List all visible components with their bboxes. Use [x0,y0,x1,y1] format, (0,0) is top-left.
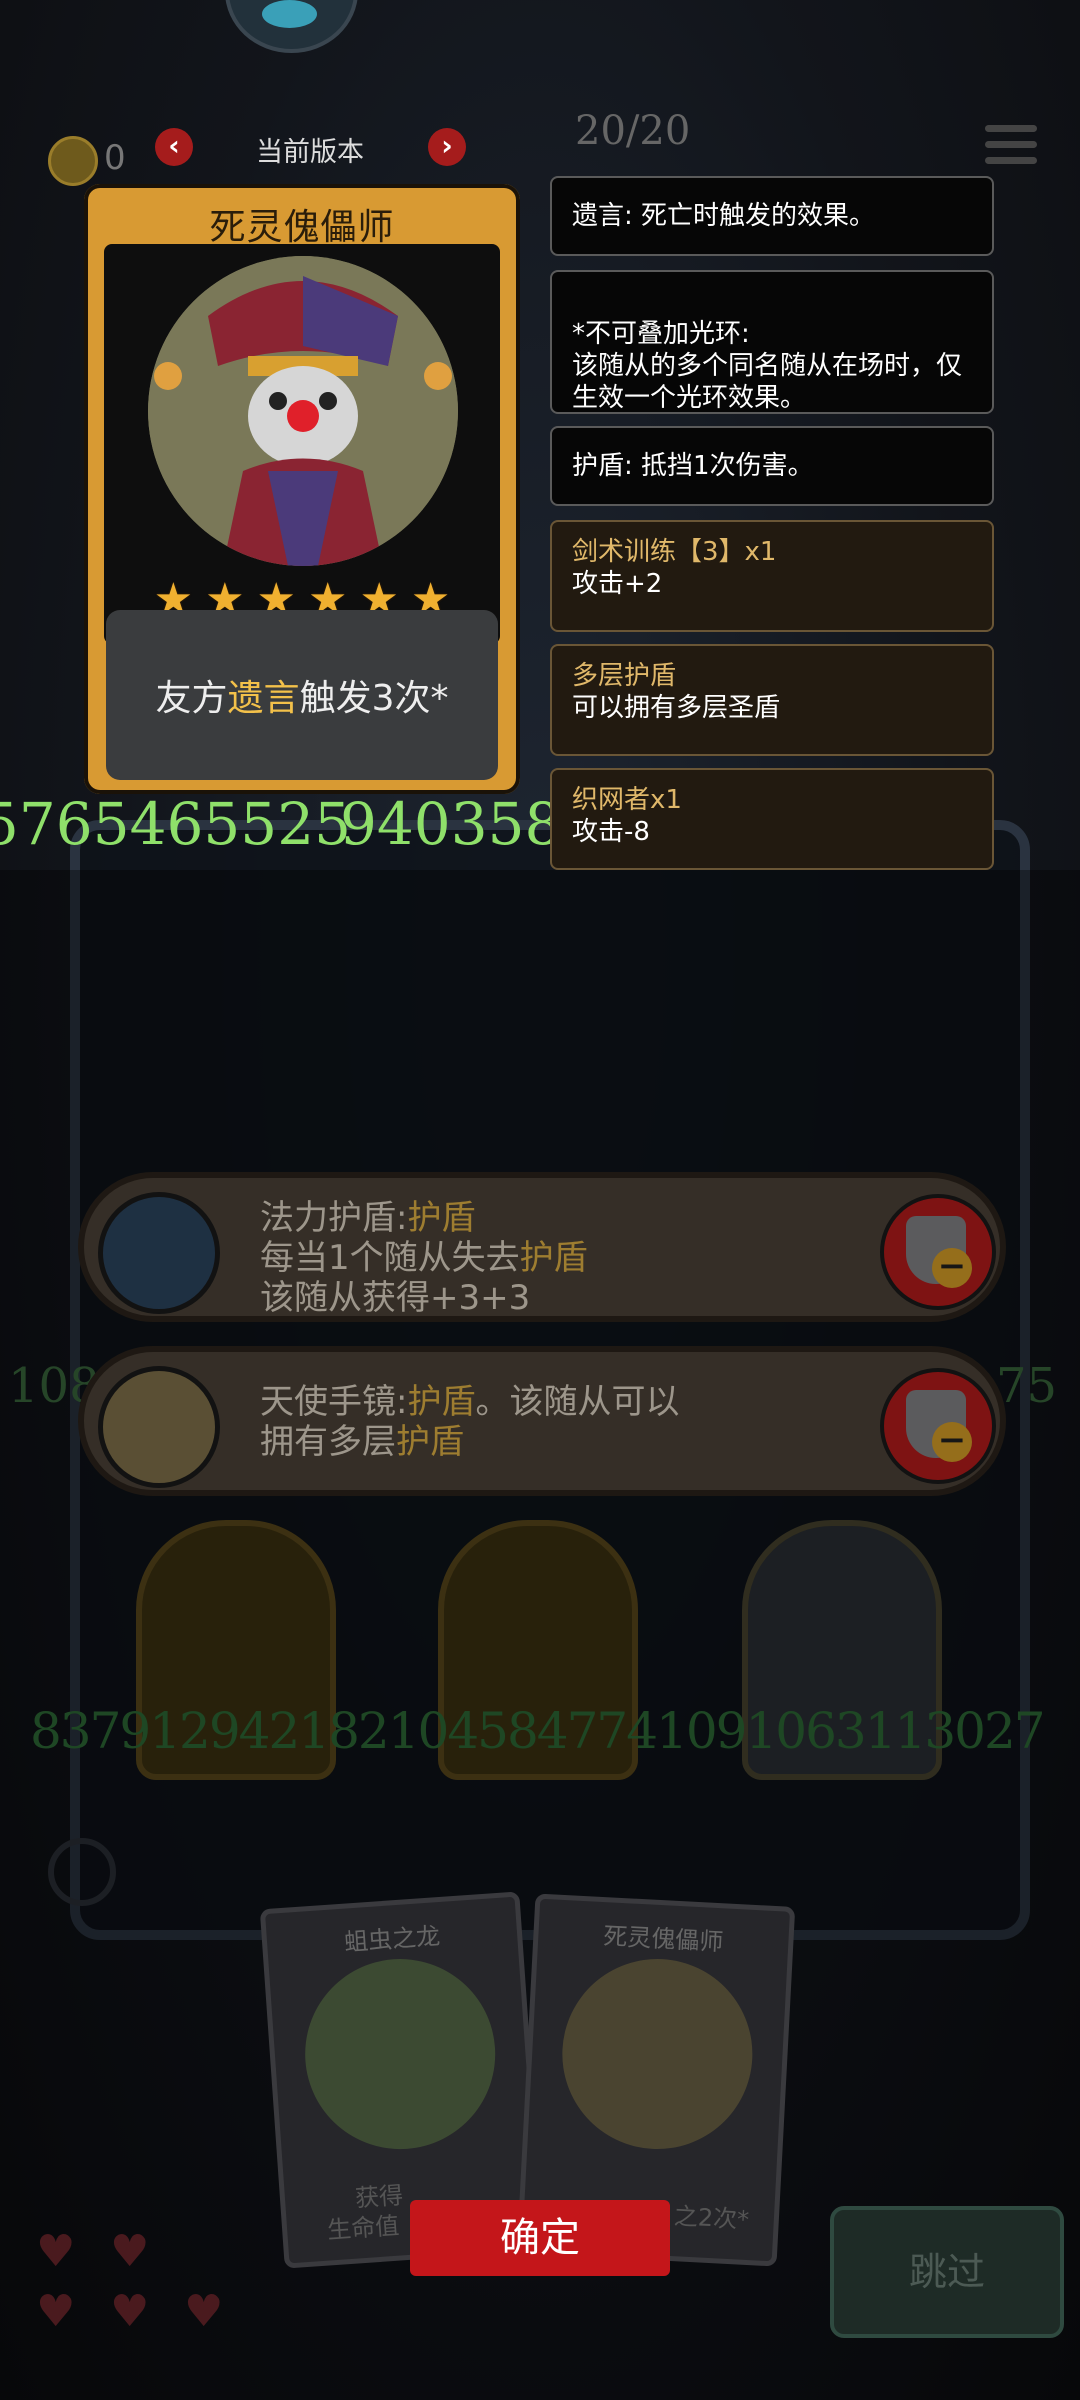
desc-suffix: 触发3次* [299,678,449,719]
card-attack: 5765465525 [0,790,352,858]
keyword-text: *不可叠加光环: 该随从的多个同名随从在场时，仅生效一个光环效果。 [572,319,963,413]
buff-text: 攻击-8 [572,817,650,847]
heart-icon: ♥ [36,2226,76,2277]
hand-card-name: 蛆虫之龙 [343,1922,442,1957]
keyword-text: 遗言: 死亡时触发的效果。 [572,201,876,231]
version-prev-button[interactable]: ‹ [155,128,193,166]
keyword-text: 护盾: 抵挡1次伤害。 [572,451,814,481]
hand-card-text: 生命值 [326,2211,401,2245]
buff-title: 多层护盾 [572,661,677,691]
coin-icon [48,136,98,186]
hand-card-name: 死灵傀儡师 [602,1922,725,1957]
puppeteer-portrait [148,256,458,566]
coin-count: 0 [104,138,126,178]
card-description: 友方 遗言 触发3次* [106,610,498,780]
buff-multi-shield: 多层护盾 可以拥有多层圣盾 [550,644,994,756]
heart-icon: ♥ [36,2286,76,2337]
fish-icon [262,0,317,28]
buff-sword-training: 剑术训练【3】x1 攻击+2 [550,520,994,632]
keyword-deathrattle: 遗言: 死亡时触发的效果。 [550,176,994,256]
hand-card-text: 之2次* [673,2202,750,2235]
confirm-button[interactable]: 确定 [410,2200,670,2276]
buff-text: 攻击+2 [572,569,663,599]
buff-title: 织网者x1 [572,785,682,815]
skip-button[interactable]: 跳过 [830,2206,1064,2338]
card-name: 死灵傀儡师 [209,207,395,248]
card-health: 940358 [340,790,562,858]
desc-keyword: 遗言 [227,678,300,719]
buff-title: 剑术训练【3】x1 [572,537,777,567]
version-next-button[interactable]: › [428,128,466,166]
keyword-aura: *不可叠加光环: 该随从的多个同名随从在场时，仅生效一个光环效果。 [550,270,994,414]
dragon-portrait [298,1952,502,2156]
keyword-shield: 护盾: 抵挡1次伤害。 [550,426,994,506]
life-counter: 20/20 [575,108,691,154]
heart-icon: ♥ [184,2286,224,2337]
buff-weaver: 织网者x1 攻击-8 [550,768,994,870]
version-label: 当前版本 [256,137,364,168]
puppeteer-portrait [557,1954,758,2154]
minion-card-detail: 死灵傀儡师 ★ ★ ★ ★ ★ ★ 友方 遗言 触发3次* [84,184,520,794]
heart-icon: ♥ [110,2286,150,2337]
buff-text: 可以拥有多层圣盾 [572,693,781,723]
heart-icon: ♥ [110,2226,150,2277]
menu-icon[interactable] [985,125,1037,177]
desc-prefix: 友方 [155,678,228,719]
